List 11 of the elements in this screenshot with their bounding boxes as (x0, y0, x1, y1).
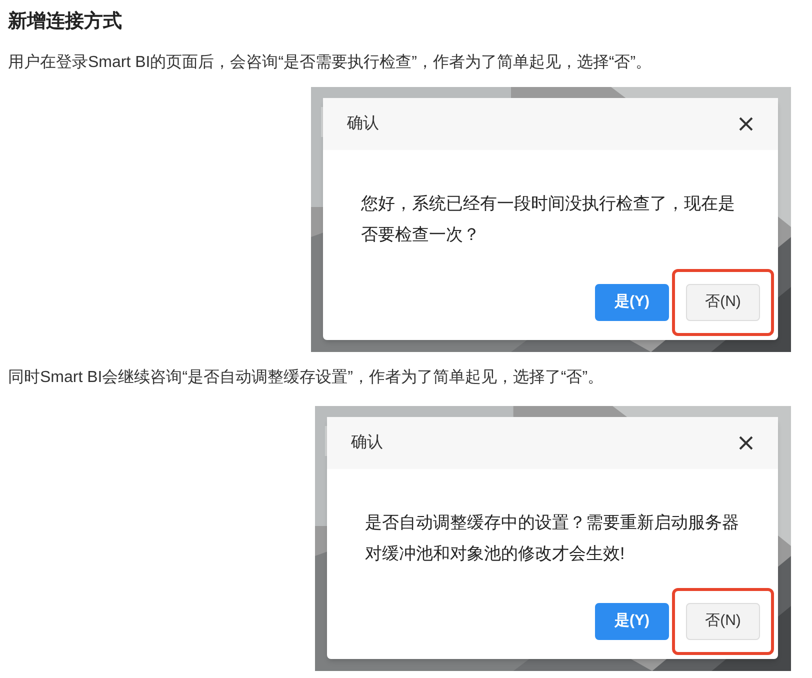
dialog-title: 确认 (351, 432, 383, 452)
dialog-message: 您好，系统已经有一段时间没执行检查了，现在是否要检查一次？ (361, 192, 736, 246)
dialog-button[interactable]: 否(N) (686, 602, 760, 640)
dialog-message: 是否自动调整缓存中的设置？需要重新启动服务器对缓冲池和对象池的修改才会生效! (365, 512, 740, 564)
article-heading: 新增连接方式 (8, 10, 123, 34)
article-paragraph: 用户在登录Smart BI的页面后，会咨询“是否需要执行检查”，作者为了简单起见，选择“否”。 (8, 52, 653, 72)
article-paragraph: 同时Smart BI会继续咨询“是否自动调整缓存设置”，作者为了简单起见，选择了“否”。 (8, 368, 605, 388)
close-icon[interactable] (738, 434, 754, 450)
dialog-title: 确认 (347, 114, 379, 134)
close-icon[interactable] (738, 116, 754, 132)
dialog-button[interactable]: 否(N) (686, 284, 760, 320)
